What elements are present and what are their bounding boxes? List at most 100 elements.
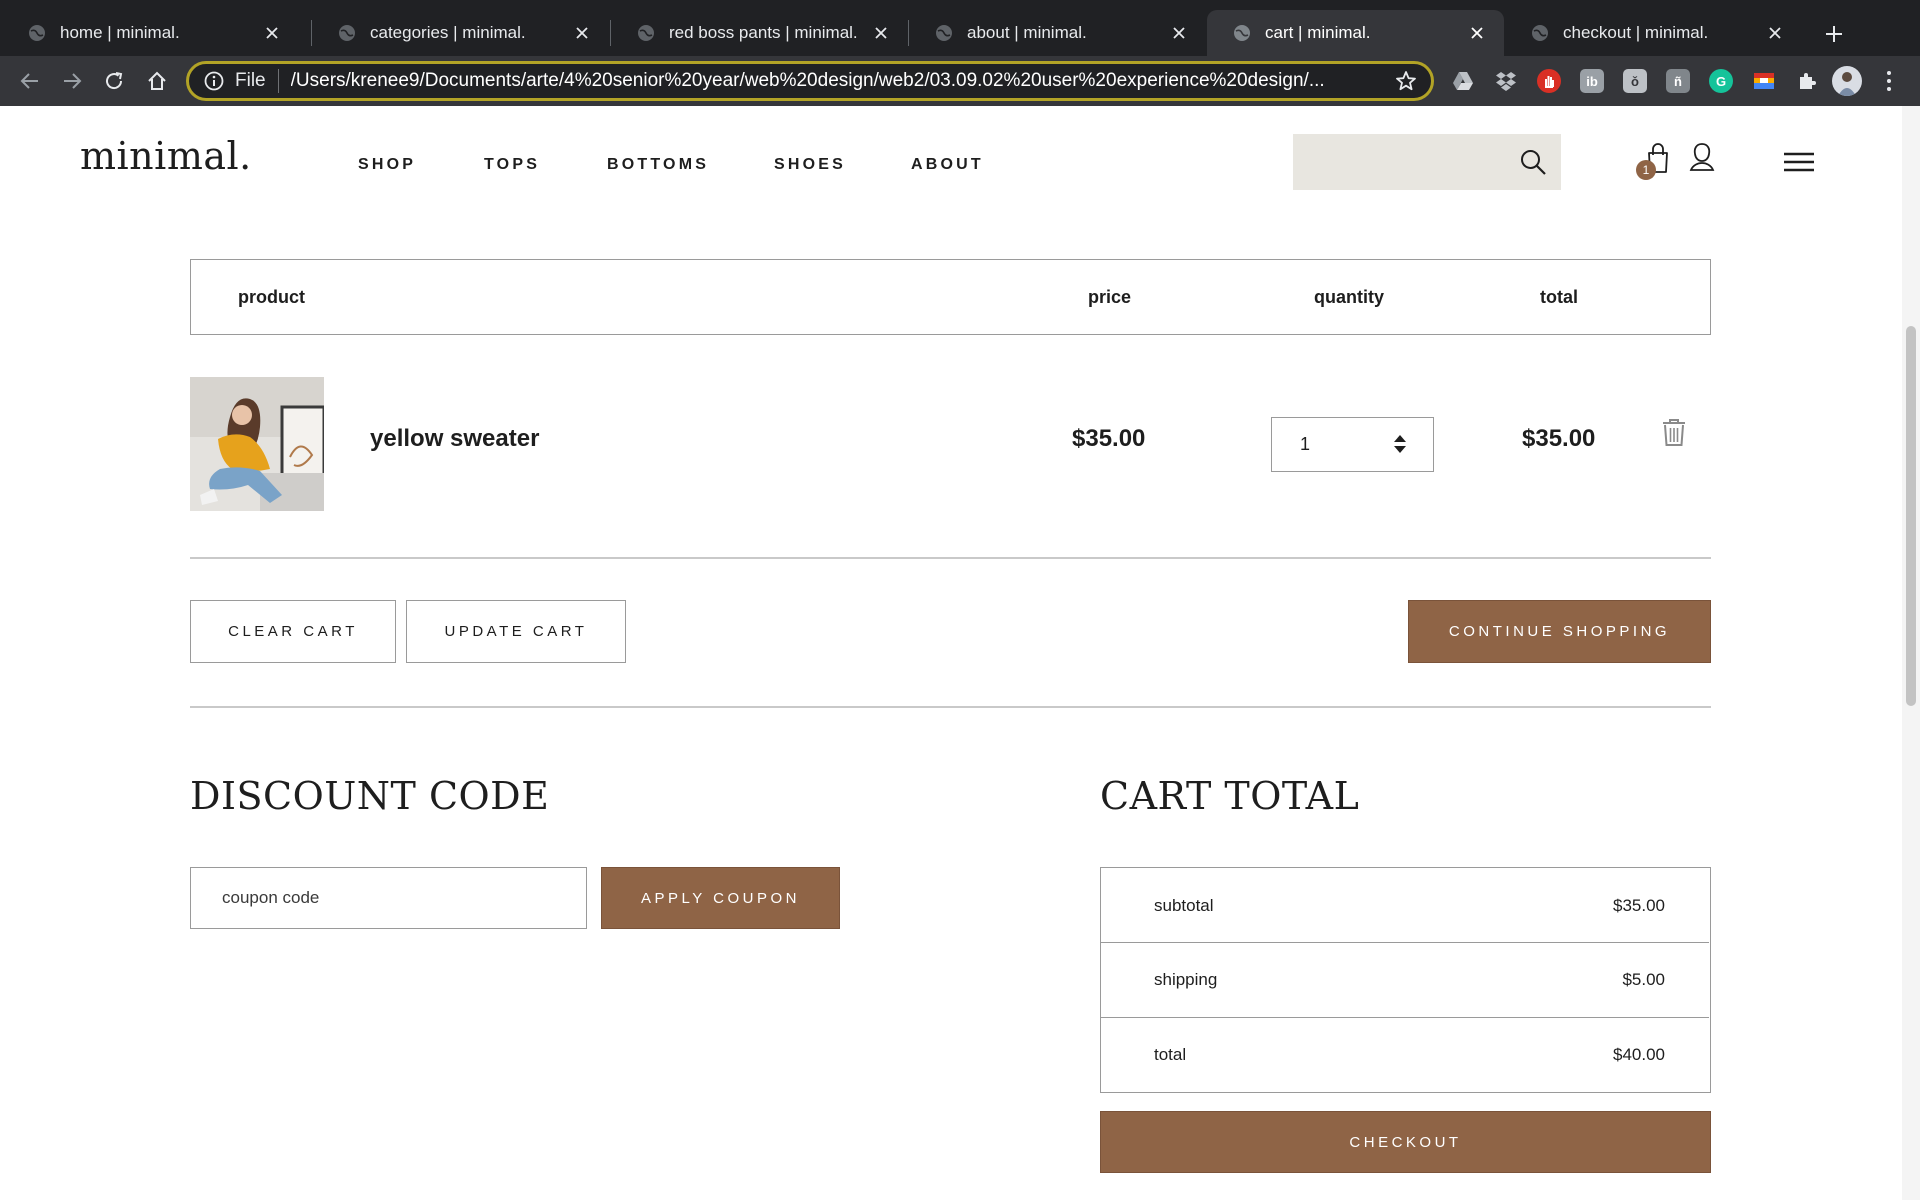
tab-title: home | minimal. [60,23,180,42]
account-button[interactable] [1689,142,1715,176]
cart-item-row: yellow sweater $35.00 $35.00 [190,377,1711,514]
line-total: $35.00 [1522,425,1596,452]
search-icon[interactable] [1519,148,1547,176]
tab-title: red boss pants | minimal. [669,23,858,42]
cart-total-heading: CART TOTAL [1100,774,1360,818]
globe-icon [1234,25,1250,41]
url-divider [277,69,279,93]
discount-code-heading: DISCOUNT CODE [190,774,550,818]
scrollbar-thumb[interactable] [1906,326,1916,706]
color-palette-extension-icon[interactable] [1752,69,1776,93]
totals-label: subtotal [1154,895,1214,915]
nav-tops[interactable]: TOPS [484,156,540,174]
cart-totals-table: subtotal $35.00 shipping $5.00 total $40… [1100,867,1711,1093]
site-logo[interactable]: minimal. [80,134,252,178]
search-input[interactable] [1293,134,1503,190]
browser-tab-checkout[interactable]: checkout | minimal. [1505,10,1802,56]
forward-button[interactable] [58,67,86,95]
extension-icon[interactable]: ñ [1666,69,1690,93]
home-icon [148,71,166,90]
close-tab-icon[interactable] [1168,22,1190,44]
browser-tab-cart[interactable]: cart | minimal. [1207,10,1504,56]
nav-bottoms[interactable]: BOTTOMS [607,156,709,174]
globe-icon [339,25,355,41]
home-button[interactable] [143,67,171,95]
grammarly-extension-icon[interactable]: G [1709,69,1733,93]
totals-label: total [1154,1045,1187,1064]
apply-coupon-button[interactable]: APPLY COUPON [601,867,840,929]
site-search [1293,134,1561,190]
quantity-input[interactable] [1272,418,1392,470]
divider [190,706,1711,708]
ib-extension-icon[interactable]: ib [1580,69,1604,93]
quantity-stepper [1271,417,1434,472]
product-name[interactable]: yellow sweater [370,425,539,453]
adblock-extension-icon[interactable] [1537,69,1561,93]
google-drive-extension-icon[interactable] [1451,69,1475,93]
browser-tab-home[interactable]: home | minimal. [2,10,299,56]
globe-icon [638,25,654,41]
coupon-input[interactable] [191,868,586,928]
browser-tab-strip: home | minimal. categories | minimal. re… [0,0,1920,56]
cart-table-header: product price quantity total [190,259,1711,335]
header-price: price [1088,287,1132,307]
new-tab-button[interactable] [1818,18,1850,50]
trash-icon[interactable] [1661,417,1687,447]
browser-menu-icon[interactable] [1882,68,1896,94]
profile-avatar[interactable] [1832,66,1862,96]
close-tab-icon[interactable] [1466,22,1488,44]
totals-value: $40.00 [1613,1045,1665,1064]
user-icon [1689,143,1715,171]
divider [190,557,1711,559]
url-scheme: File [235,70,266,91]
update-cart-button[interactable]: UPDATE CART [406,600,626,663]
globe-icon [1532,25,1548,41]
close-tab-icon[interactable] [571,22,593,44]
cart-button[interactable]: 1 [1636,142,1672,186]
page-scrollbar[interactable] [1902,106,1920,1200]
totals-value: $5.00 [1622,970,1665,989]
bookmark-star-icon[interactable] [1393,68,1419,94]
extension-icon[interactable]: ǒ [1623,69,1647,93]
subtotal-row: subtotal $35.00 [1101,868,1709,943]
globe-icon [936,25,952,41]
plus-icon [1826,26,1842,42]
arrow-right-icon [64,73,82,89]
coupon-field [190,867,587,929]
nav-shop[interactable]: SHOP [358,156,416,174]
close-tab-icon[interactable] [261,22,283,44]
product-image[interactable] [190,377,324,511]
dropbox-extension-icon[interactable] [1494,69,1518,93]
back-button[interactable] [16,67,44,95]
header-quantity: quantity [1314,287,1384,307]
shipping-row: shipping $5.00 [1101,942,1709,1017]
continue-shopping-button[interactable]: CONTINUE SHOPPING [1408,600,1711,663]
tab-title: about | minimal. [967,23,1087,42]
clear-cart-button[interactable]: CLEAR CART [190,600,396,663]
nav-shoes[interactable]: SHOES [774,156,846,174]
checkout-button[interactable]: CHECKOUT [1100,1111,1711,1173]
browser-tab-categories[interactable]: categories | minimal. [312,10,609,56]
totals-label: shipping [1154,970,1218,989]
browser-tab-red-boss-pants[interactable]: red boss pants | minimal. [611,10,908,56]
globe-icon [29,25,45,41]
info-icon[interactable] [203,70,225,92]
tab-title: cart | minimal. [1265,23,1371,42]
header-product: product [238,287,305,307]
arrow-left-icon [20,73,38,89]
browser-toolbar: File /Users/krenee9/Documents/arte/4%20s… [0,56,1920,106]
puzzle-extensions-icon[interactable] [1795,69,1819,93]
address-bar[interactable]: File /Users/krenee9/Documents/arte/4%20s… [186,61,1434,101]
spinner-arrows-icon[interactable] [1393,433,1407,455]
totals-value: $35.00 [1613,895,1665,915]
cart-count-badge: 1 [1636,160,1656,180]
close-tab-icon[interactable] [870,22,892,44]
reload-button[interactable] [100,67,128,95]
close-tab-icon[interactable] [1764,22,1786,44]
nav-about[interactable]: ABOUT [911,156,984,174]
hamburger-menu-icon[interactable] [1783,150,1815,174]
header-total: total [1540,287,1578,307]
url-text[interactable]: /Users/krenee9/Documents/arte/4%20senior… [291,70,1383,92]
total-row: total $40.00 [1101,1017,1709,1092]
browser-tab-about[interactable]: about | minimal. [909,10,1206,56]
